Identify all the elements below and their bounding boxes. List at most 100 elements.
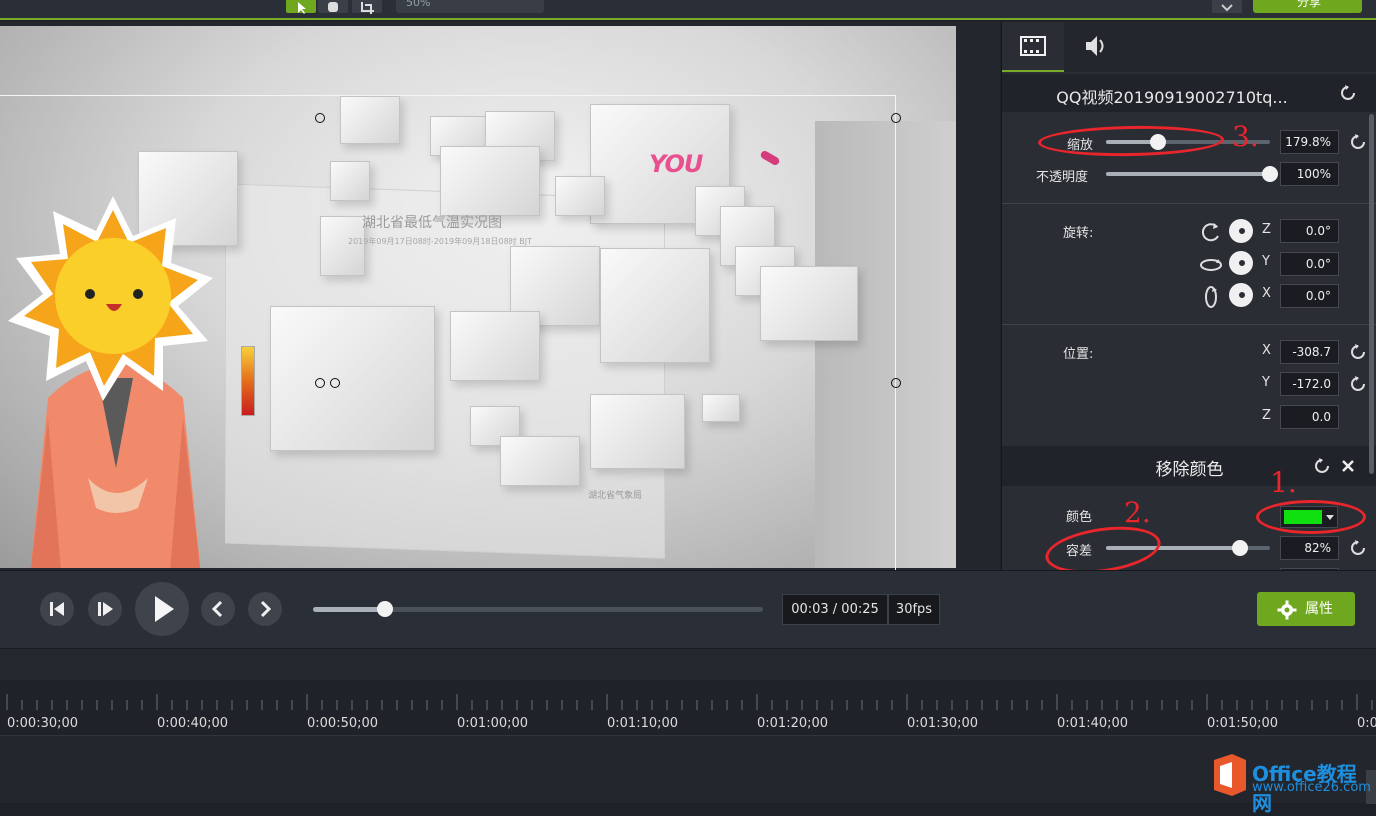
panel-scrollbar[interactable]	[1369, 114, 1374, 474]
cube	[702, 394, 740, 422]
gear-icon	[1277, 600, 1297, 620]
clip-title: QQ视频20190919002710tq...	[1056, 88, 1288, 107]
hand-icon	[328, 2, 338, 12]
rotation-x-value[interactable]: 0.0°	[1280, 284, 1339, 308]
playback-scrubber[interactable]	[313, 601, 763, 617]
skip-forward-icon	[98, 602, 113, 616]
rotate-z-icon	[1201, 223, 1219, 242]
office-logo-icon	[1214, 754, 1246, 796]
cube	[555, 176, 605, 216]
rotation-label: 旋转:	[1063, 226, 1094, 241]
map-subtitle: 2019年09月17日08时-2019年09月18日08时 BJT	[348, 237, 532, 246]
scrubber-fill	[313, 607, 385, 612]
rotation-y-dial[interactable]	[1229, 251, 1253, 275]
resize-handle-top[interactable]	[315, 113, 325, 123]
timeline-ruler[interactable]: 0:00:30;00 0:00:40;00 0:00:50;00 0:01:00;00…	[0, 680, 1376, 735]
reset-tolerance-icon[interactable]	[1350, 540, 1366, 556]
opacity-slider-knob[interactable]	[1262, 166, 1278, 182]
position-y-value[interactable]: -172.0	[1280, 372, 1339, 396]
step-back-button[interactable]	[40, 592, 74, 626]
ruler-ticks	[6, 694, 1373, 710]
video-preview[interactable]: 湖北省最低气温实况图 2019年09月17日08时-2019年09月18日08时…	[0, 26, 956, 568]
reset-remove-color-icon[interactable]	[1314, 458, 1330, 474]
arrow-cursor-icon	[298, 2, 306, 14]
zoom-value: 50%	[406, 0, 431, 9]
chevron-right-icon	[260, 600, 272, 618]
previous-marker-button[interactable]	[201, 592, 235, 626]
divider	[1002, 324, 1376, 325]
opacity-slider-fill	[1106, 172, 1270, 176]
ruler-tick-label: 0:00:30;00	[7, 716, 79, 731]
ruler-tick-label: 0:01:30;00	[907, 716, 979, 731]
top-toolbar: 50% 分享	[0, 0, 1376, 20]
cube	[450, 311, 540, 381]
film-strip-icon	[1020, 36, 1046, 56]
ruler-tick-label: 0:00:40;00	[157, 716, 229, 731]
map-source: 湖北省气象局	[588, 491, 643, 501]
rotate-y-icon	[1200, 259, 1222, 271]
crop-icon	[361, 2, 374, 14]
clip-title-row: QQ视频20190919002710tq...	[1002, 74, 1376, 112]
resize-handle-top-right[interactable]	[891, 113, 901, 123]
reset-clip-icon[interactable]	[1340, 85, 1356, 101]
rotation-z-dial[interactable]	[1229, 219, 1253, 243]
rotation-x-dial[interactable]	[1229, 283, 1253, 307]
scrubber-knob[interactable]	[377, 601, 393, 617]
zoom-select[interactable]: 50%	[396, 0, 544, 13]
play-icon	[155, 596, 174, 622]
tab-audio[interactable]	[1064, 22, 1126, 72]
timeline-tracks[interactable]	[0, 735, 1376, 804]
position-x-axis: X	[1262, 343, 1271, 358]
tolerance-slider-knob[interactable]	[1232, 540, 1249, 556]
properties-tabs	[1002, 22, 1376, 72]
position-x-value[interactable]: -308.7	[1280, 340, 1339, 364]
cube	[330, 161, 370, 201]
position-z-axis: Z	[1262, 408, 1271, 423]
speaker-icon	[1086, 36, 1104, 56]
chevron-left-icon	[211, 600, 223, 618]
properties-panel: QQ视频20190919002710tq... 缩放 179.8% 不透明度 1…	[1001, 22, 1376, 570]
cube	[590, 394, 685, 469]
ruler-tick-label: 0:01:50;00	[1207, 716, 1279, 731]
opacity-slider[interactable]	[1106, 166, 1278, 182]
tolerance-value[interactable]: 82%	[1280, 536, 1339, 560]
opacity-value[interactable]: 100%	[1280, 162, 1339, 186]
step-forward-button[interactable]	[88, 592, 122, 626]
cube	[270, 306, 435, 451]
remove-color-header: 移除颜色	[1002, 446, 1376, 486]
share-button[interactable]: 分享	[1253, 0, 1362, 13]
anchor-handle[interactable]	[315, 378, 325, 388]
sun-sticker[interactable]	[8, 196, 218, 401]
skip-back-icon	[50, 602, 64, 616]
play-button[interactable]	[135, 582, 189, 636]
rotation-z-value[interactable]: 0.0°	[1280, 219, 1339, 243]
rotation-z-axis: Z	[1262, 222, 1271, 237]
next-marker-button[interactable]	[248, 592, 282, 626]
reset-position-x-icon[interactable]	[1350, 344, 1366, 360]
pan-tool-button[interactable]	[318, 0, 348, 13]
fps-display: 30fps	[888, 594, 940, 625]
anchor-handle[interactable]	[330, 378, 340, 388]
reset-position-y-icon[interactable]	[1350, 376, 1366, 392]
chevron-down-icon	[1221, 4, 1233, 12]
annotation-number-3: 3.	[1232, 120, 1259, 153]
scale-value[interactable]: 179.8%	[1280, 130, 1339, 154]
tab-visual[interactable]	[1002, 22, 1064, 72]
close-icon[interactable]	[1340, 458, 1356, 474]
reset-scale-icon[interactable]	[1350, 134, 1366, 150]
timeline-toolbar	[0, 648, 1376, 680]
temperature-legend	[241, 346, 255, 416]
share-label: 分享	[1297, 0, 1322, 9]
select-tool-button[interactable]	[286, 0, 316, 14]
annotation-number-1: 1.	[1270, 466, 1297, 499]
properties-button[interactable]: 属性	[1257, 592, 1355, 626]
crop-tool-button[interactable]	[352, 0, 382, 14]
properties-label: 属性	[1305, 601, 1333, 617]
time-display: 00:03 / 00:25	[782, 594, 888, 625]
position-z-value[interactable]: 0.0	[1280, 405, 1339, 429]
more-dropdown-button[interactable]	[1212, 0, 1242, 13]
ruler-tick-label: 0:01:40;00	[1057, 716, 1129, 731]
rotation-y-value[interactable]: 0.0°	[1280, 252, 1339, 276]
cube	[500, 436, 580, 486]
resize-handle-right[interactable]	[891, 378, 901, 388]
